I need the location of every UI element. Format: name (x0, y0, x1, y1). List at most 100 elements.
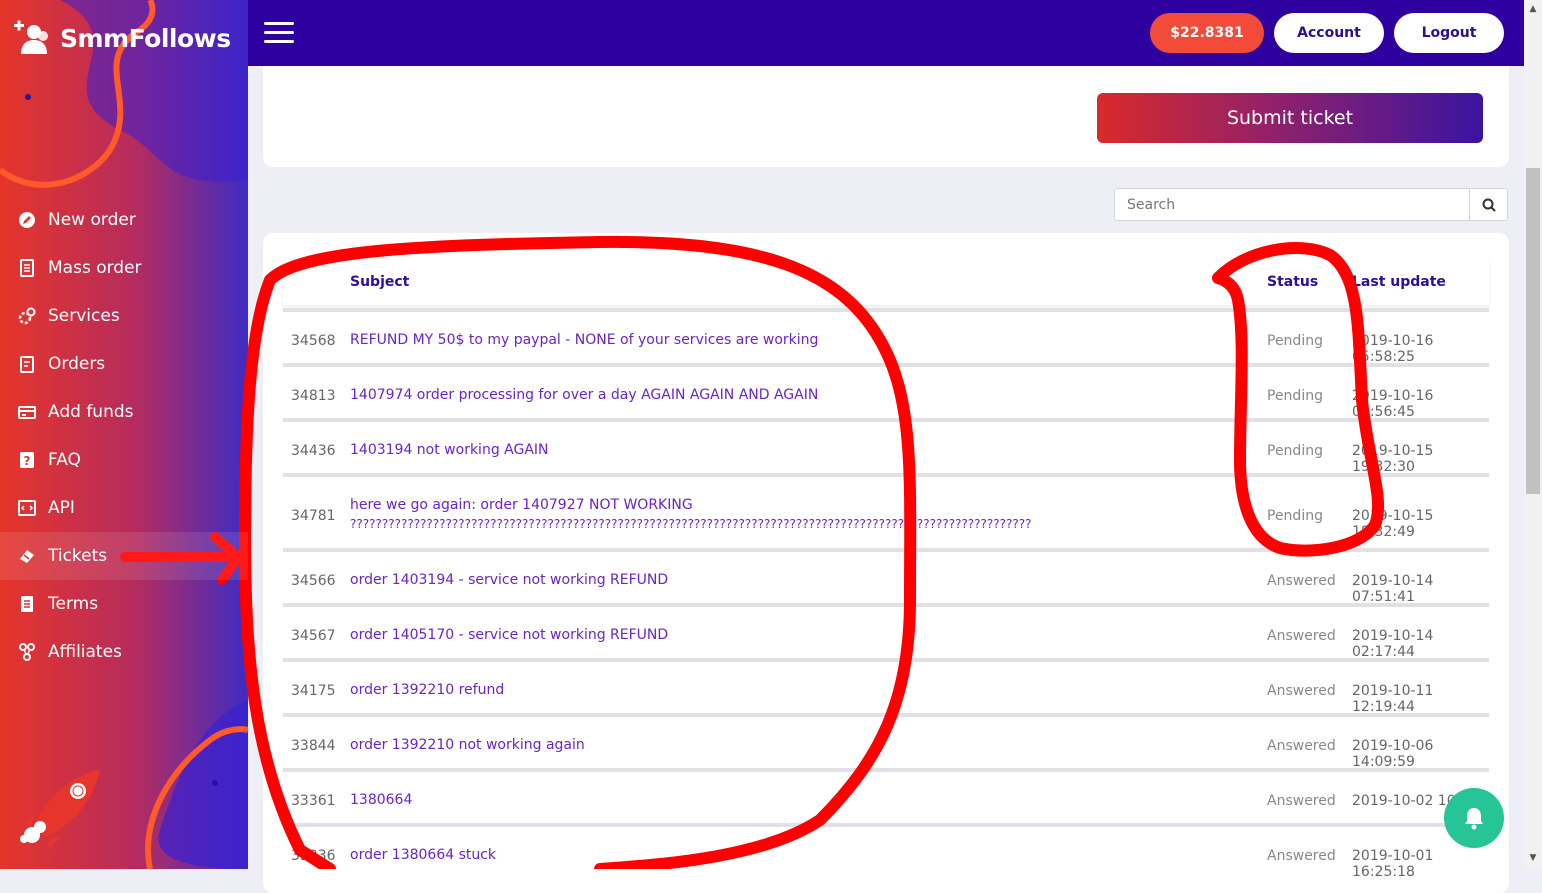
sidebar-item-faq[interactable]: ? FAQ (0, 436, 248, 484)
search-button[interactable] (1469, 189, 1507, 220)
sidebar-item-label: New order (48, 210, 136, 230)
ticket-status: Pending (1267, 443, 1323, 459)
sidebar: SmmFollows New order Mass order Services… (0, 0, 248, 869)
bell-icon (1465, 808, 1483, 830)
users-add-icon (14, 20, 48, 54)
ticket-status: Answered (1267, 793, 1336, 809)
ticket-updated: 2019-10-16 05:58:25 (1352, 333, 1434, 365)
ticket-subject-link[interactable]: 1380664 (350, 791, 1180, 810)
ticket-id: 33844 (291, 738, 336, 754)
table-row[interactable]: 34568 REFUND MY 50$ to my paypal - NONE … (283, 308, 1489, 365)
column-header-last-update: Last update (1352, 274, 1446, 290)
sidebar-item-orders[interactable]: Orders (0, 340, 248, 388)
sidebar-item-api[interactable]: API (0, 484, 248, 532)
ticket-subject-link[interactable]: order 1380664 stuck (350, 846, 1180, 865)
ticket-id: 33361 (291, 793, 336, 809)
clipboard-icon (18, 355, 36, 373)
pencil-icon (18, 211, 36, 229)
brand-logo[interactable]: SmmFollows (12, 18, 231, 58)
sidebar-item-new-order[interactable]: New order (0, 196, 248, 244)
sidebar-item-label: Mass order (48, 258, 142, 278)
sidebar-item-label: Tickets (48, 546, 108, 566)
page-scrollbar[interactable]: ▲ ▼ (1524, 0, 1542, 869)
submit-ticket-button[interactable]: Submit ticket (1097, 93, 1483, 143)
sidebar-item-label: FAQ (48, 450, 81, 470)
sidebar-item-label: Affiliates (48, 642, 122, 662)
ticket-subject-link[interactable]: order 1405170 - service not working REFU… (350, 626, 1180, 645)
ticket-status: Answered (1267, 738, 1336, 754)
ticket-subject-link[interactable]: here we go again: order 1407927 NOT WORK… (350, 496, 1180, 534)
ticket-updated: 2019-10-01 16:25:18 (1352, 848, 1434, 880)
list-icon (18, 259, 36, 277)
ticket-updated: 2019-10-14 02:17:44 (1352, 628, 1434, 660)
sidebar-item-label: Services (48, 306, 120, 326)
notification-button[interactable] (1444, 788, 1504, 848)
ticket-status: Pending (1267, 508, 1323, 524)
ticket-id: 34568 (291, 333, 336, 349)
new-ticket-card: Submit ticket (263, 66, 1509, 167)
search-box (1114, 188, 1508, 221)
table-row[interactable]: 34781 here we go again: order 1407927 NO… (283, 473, 1489, 548)
sidebar-item-services[interactable]: Services (0, 292, 248, 340)
top-navbar: $22.8381 Account Logout (248, 0, 1524, 66)
ticket-subject-link[interactable]: REFUND MY 50$ to my paypal - NONE of you… (350, 331, 1180, 350)
ticket-id: 34813 (291, 388, 336, 404)
ticket-id: 33336 (291, 848, 336, 864)
code-icon (18, 499, 36, 517)
table-row[interactable]: 33844 order 1392210 not working again An… (283, 713, 1489, 770)
tickets-table-card: Subject Status Last update 34568 REFUND … (263, 233, 1509, 893)
sidebar-item-tickets[interactable]: Tickets (0, 532, 248, 580)
sidebar-item-label: API (48, 498, 75, 518)
table-row[interactable]: 34813 1407974 order processing for over … (283, 363, 1489, 420)
sidebar-item-affiliates[interactable]: Affiliates (0, 628, 248, 676)
ticket-status: Pending (1267, 388, 1323, 404)
table-row[interactable]: 34175 order 1392210 refund Answered 2019… (283, 658, 1489, 715)
table-header: Subject Status Last update (283, 257, 1489, 305)
svg-text:?: ? (24, 454, 31, 468)
ticket-subject-link[interactable]: order 1392210 not working again (350, 736, 1180, 755)
ticket-status: Answered (1267, 628, 1336, 644)
sidebar-item-mass-order[interactable]: Mass order (0, 244, 248, 292)
ticket-subject-link[interactable]: 1403194 not working AGAIN (350, 441, 1180, 460)
ticket-status: Answered (1267, 848, 1336, 864)
ticket-subject-line: ????????????????????????????????????????… (350, 517, 1032, 531)
ticket-subject-link[interactable]: order 1392210 refund (350, 681, 1180, 700)
ticket-updated: 2019-10-16 05:56:45 (1352, 388, 1434, 420)
ticket-status: Answered (1267, 573, 1336, 589)
ticket-subject-line: here we go again: order 1407927 NOT WORK… (350, 497, 693, 513)
search-input[interactable] (1115, 189, 1470, 220)
search-icon (1482, 198, 1496, 212)
logout-button[interactable]: Logout (1394, 13, 1504, 53)
column-header-status: Status (1267, 274, 1319, 290)
table-row[interactable]: 33336 order 1380664 stuck Answered 2019-… (283, 823, 1489, 880)
account-button[interactable]: Account (1274, 13, 1384, 53)
table-row[interactable]: 34566 order 1403194 - service not workin… (283, 548, 1489, 605)
table-row[interactable]: 33361 1380664 Answered 2019-10-02 10:22 (283, 768, 1489, 823)
question-icon: ? (18, 451, 36, 469)
ticket-id: 34175 (291, 683, 336, 699)
table-row[interactable]: 34567 order 1405170 - service not workin… (283, 603, 1489, 660)
scrollbar-thumb[interactable] (1526, 168, 1540, 494)
ticket-status: Answered (1267, 683, 1336, 699)
scroll-down-icon[interactable]: ▼ (1528, 853, 1538, 863)
ticket-updated: 2019-10-15 19:32:30 (1352, 443, 1434, 475)
gears-icon (18, 307, 36, 325)
sidebar-item-label: Terms (48, 594, 99, 614)
table-row[interactable]: 34436 1403194 not working AGAIN Pending … (283, 418, 1489, 475)
menu-toggle-icon[interactable] (264, 22, 294, 44)
ticket-updated: 2019-10-14 07:51:41 (1352, 573, 1434, 605)
ticket-id: 34567 (291, 628, 336, 644)
ticket-subject-link[interactable]: order 1403194 - service not working REFU… (350, 571, 1180, 590)
ticket-status: Pending (1267, 333, 1323, 349)
scroll-up-icon[interactable]: ▲ (1528, 4, 1538, 14)
ticket-subject-link[interactable]: 1407974 order processing for over a day … (350, 386, 1180, 405)
sidebar-item-terms[interactable]: Terms (0, 580, 248, 628)
balance-badge[interactable]: $22.8381 (1150, 13, 1264, 53)
ticket-id: 34566 (291, 573, 336, 589)
sidebar-item-add-funds[interactable]: Add funds (0, 388, 248, 436)
ticket-updated: 2019-10-11 12:19:44 (1352, 683, 1434, 715)
column-header-subject: Subject (350, 274, 410, 290)
sidebar-item-label: Add funds (48, 402, 134, 422)
sidebar-item-label: Orders (48, 354, 106, 374)
ticket-updated: 2019-10-15 18:32:49 (1352, 508, 1434, 540)
